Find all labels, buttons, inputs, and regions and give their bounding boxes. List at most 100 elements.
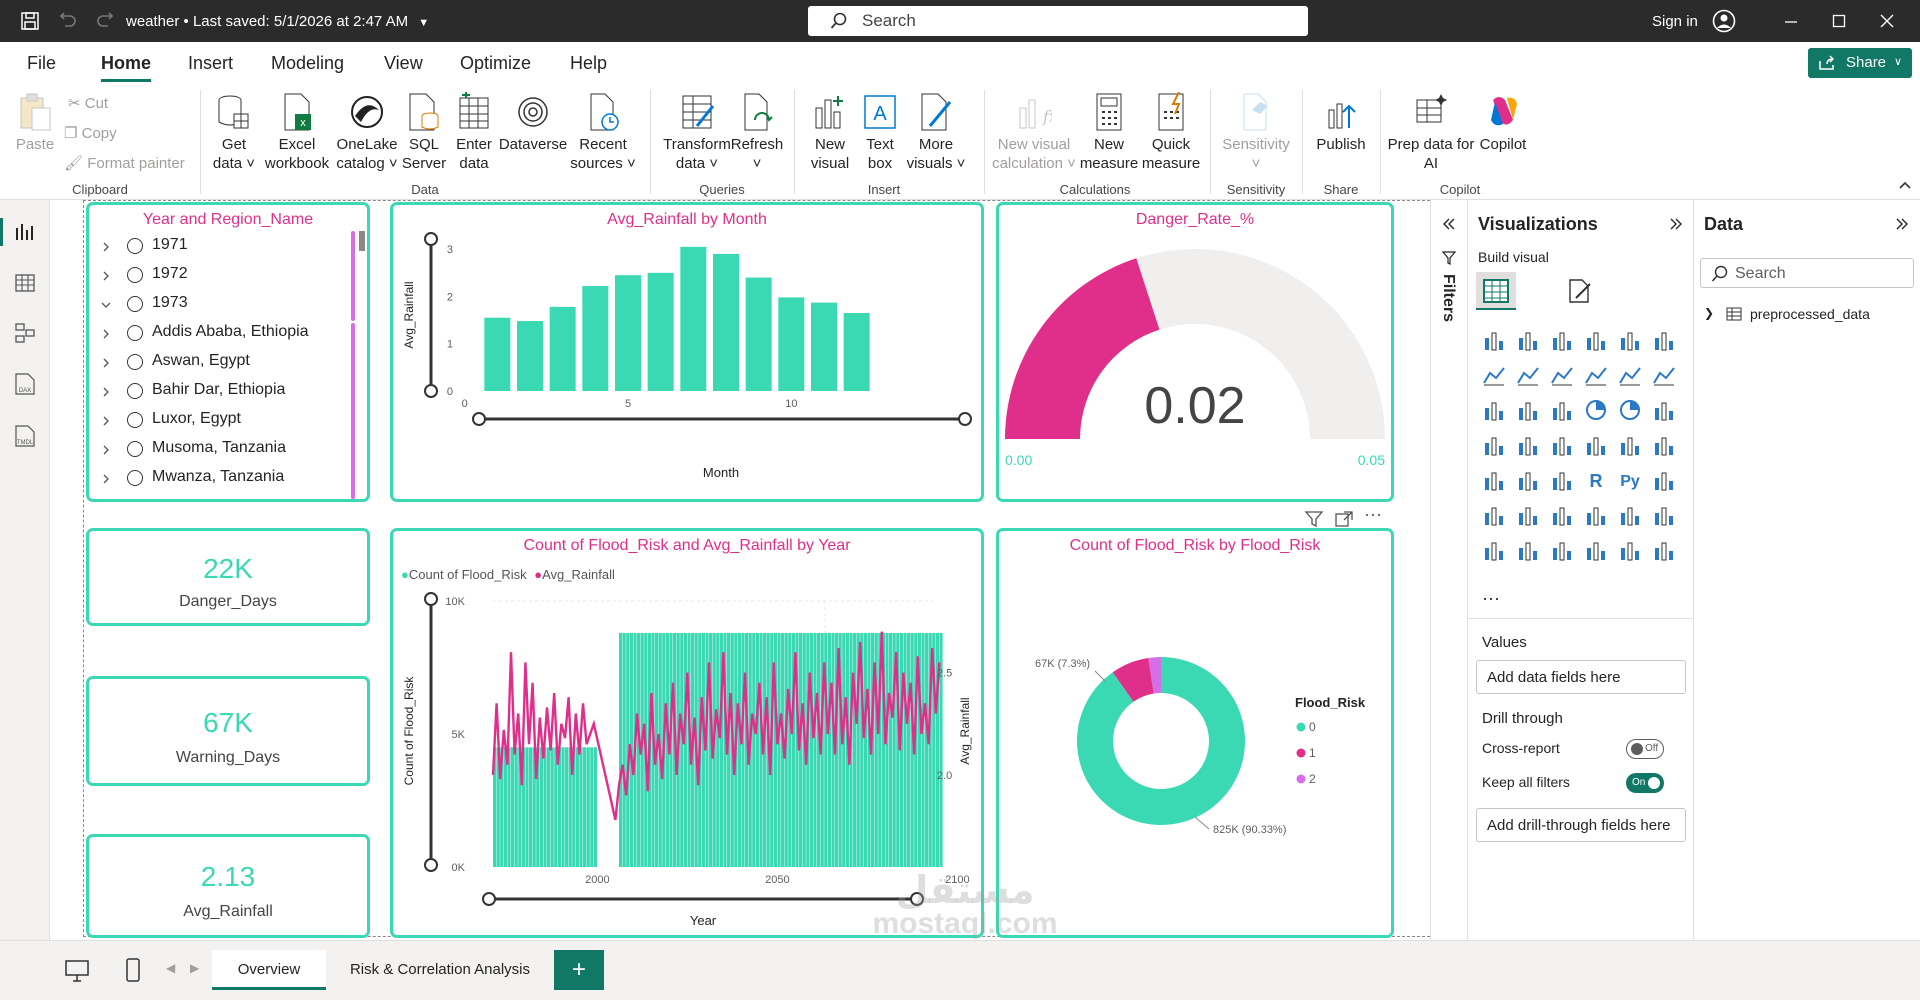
100-column-icon[interactable] <box>1652 328 1676 352</box>
build-visual-tab[interactable] <box>1476 272 1516 310</box>
expand-icon[interactable] <box>1894 216 1910 232</box>
publish-button[interactable]: Publish <box>1310 84 1372 154</box>
drill-through-well[interactable]: Add drill-through fields here <box>1476 808 1686 842</box>
card-icon[interactable] <box>1618 433 1642 457</box>
clustered-column-icon[interactable] <box>1584 328 1608 352</box>
pie-chart-icon[interactable] <box>1584 398 1608 422</box>
line-column-icon[interactable] <box>1618 363 1642 387</box>
r-visual-icon[interactable]: R <box>1584 468 1608 492</box>
kpi-card-danger-days[interactable]: 22K Danger_Days <box>86 528 370 626</box>
chevron-right-icon[interactable] <box>101 242 111 252</box>
undo-icon[interactable] <box>58 11 78 31</box>
close-icon[interactable] <box>1878 12 1896 30</box>
paste-button[interactable]: Paste <box>12 84 58 154</box>
gauge-danger-rate[interactable]: Danger_Rate_% 0.02 0.00 0.05 <box>996 202 1394 502</box>
document-title[interactable]: weather • Last saved: 5/1/2026 at 2:47 A… <box>126 13 429 30</box>
dax-query-icon[interactable]: DAX <box>12 372 38 398</box>
copy-button[interactable]: ❐ Copy <box>64 124 117 142</box>
filters-pane[interactable]: Filters <box>1430 200 1468 980</box>
matrix-icon[interactable] <box>1550 468 1574 492</box>
menu-file[interactable]: File <box>27 53 56 74</box>
collapse-ribbon-icon[interactable] <box>1898 180 1912 190</box>
text-box-button[interactable]: A Text box <box>856 84 904 173</box>
azure-map-icon[interactable] <box>1550 433 1574 457</box>
onelake-catalog-button[interactable]: OneLake catalog ˅ <box>334 84 400 173</box>
account-icon[interactable] <box>1712 9 1736 33</box>
chevron-down-icon[interactable] <box>101 300 111 310</box>
menu-view[interactable]: View <box>384 53 423 74</box>
chevron-right-icon[interactable] <box>101 329 111 339</box>
gauge-icon[interactable] <box>1584 433 1608 457</box>
prep-data-ai-button[interactable]: Prep data for AI <box>1386 84 1476 173</box>
dataverse-button[interactable]: Dataverse <box>498 84 568 154</box>
mobile-layout-icon[interactable] <box>124 957 142 983</box>
focus-mode-icon[interactable] <box>1334 510 1354 528</box>
clustered-bar-icon[interactable] <box>1550 328 1574 352</box>
chevron-right-icon[interactable] <box>101 358 111 368</box>
power-apps-icon[interactable] <box>1652 503 1676 527</box>
kpi-card-warning-days[interactable]: 67K Warning_Days <box>86 676 370 786</box>
expand-icon[interactable] <box>1668 216 1684 232</box>
more-visuals-icon[interactable]: ··· <box>1482 588 1500 609</box>
chart-avg-rainfall-by-month[interactable]: Avg_Rainfall by Month 0 1 2 3 0 5 10 Month Avg_R… <box>390 202 984 502</box>
data-search-input[interactable]: Search <box>1700 258 1914 288</box>
more-visuals-button[interactable]: More visuals ˅ <box>904 84 968 173</box>
redo-icon[interactable] <box>95 11 115 31</box>
metrics-icon[interactable] <box>1618 503 1642 527</box>
line-area-icon[interactable] <box>1584 363 1608 387</box>
report-view-icon[interactable] <box>14 220 36 242</box>
menu-insert[interactable]: Insert <box>188 53 233 74</box>
keep-filters-toggle[interactable]: On <box>1626 773 1664 793</box>
slicer-year-region[interactable]: Year and Region_Name 1971 1972 1973 Addis A… <box>86 202 370 502</box>
new-measure-button[interactable]: New measure <box>1078 84 1140 173</box>
sensitivity-button[interactable]: Sensitivity ˅ <box>1218 84 1294 173</box>
get-data-button[interactable]: Get data ˅ <box>208 84 260 173</box>
more-options-icon[interactable]: ··· <box>1364 504 1382 525</box>
table-visual-icon[interactable] <box>1516 468 1540 492</box>
kpi-icon[interactable] <box>1652 433 1676 457</box>
funnel-icon[interactable] <box>1516 398 1540 422</box>
radio-button[interactable] <box>127 441 143 457</box>
scrollbar-thumb[interactable] <box>359 231 365 251</box>
qa-icon[interactable] <box>1516 503 1540 527</box>
treemap-icon[interactable] <box>1652 398 1676 422</box>
key-influencers-icon[interactable] <box>1652 468 1676 492</box>
chart-flood-risk-donut[interactable]: Count of Flood_Risk by Flood_Risk 825K (… <box>996 528 1394 938</box>
quick-measure-button[interactable]: Quick measure <box>1138 84 1204 173</box>
tab-overview[interactable]: Overview <box>212 950 326 990</box>
cut-button[interactable]: ✂ Cut <box>68 94 108 112</box>
scatter-icon[interactable] <box>1550 398 1574 422</box>
maximize-icon[interactable] <box>1830 12 1848 30</box>
radio-button[interactable] <box>127 383 143 399</box>
copilot-button[interactable]: Copilot <box>1470 84 1536 154</box>
model-view-icon[interactable] <box>14 322 36 344</box>
chevron-down-icon[interactable]: ▼ <box>418 17 429 29</box>
transform-data-button[interactable]: Transform data ˅ <box>660 84 734 173</box>
sql-server-button[interactable]: SQL Server <box>400 84 448 173</box>
radio-button[interactable] <box>127 470 143 486</box>
ribbon-chart-icon[interactable] <box>1652 363 1676 387</box>
add-page-button[interactable]: + <box>554 950 604 990</box>
line-chart-icon[interactable] <box>1482 363 1506 387</box>
new-visual-button[interactable]: New visual <box>804 84 856 173</box>
area-chart-icon[interactable] <box>1516 363 1540 387</box>
arrow-visual-icon[interactable] <box>1618 538 1642 562</box>
menu-modeling[interactable]: Modeling <box>271 53 344 74</box>
enter-data-button[interactable]: Enter data <box>450 84 498 173</box>
python-visual-icon[interactable]: Py <box>1618 468 1642 492</box>
cross-report-toggle[interactable]: Off <box>1626 739 1664 759</box>
search-input[interactable]: Search <box>808 6 1308 36</box>
decomposition-tree-icon[interactable] <box>1482 503 1506 527</box>
chevron-right-icon[interactable] <box>101 445 111 455</box>
slicer-icon[interactable] <box>1482 468 1506 492</box>
refresh-button[interactable]: Refresh ˅ <box>730 84 784 173</box>
format-visual-icon[interactable] <box>1564 276 1594 306</box>
next-page-icon[interactable]: ▶ <box>190 961 199 975</box>
radio-button[interactable] <box>127 267 143 283</box>
tmdl-view-icon[interactable]: TMDL <box>12 424 38 450</box>
chevron-right-icon[interactable] <box>101 474 111 484</box>
save-icon[interactable] <box>20 11 40 31</box>
radio-button[interactable] <box>127 354 143 370</box>
sign-in-link[interactable]: Sign in <box>1652 13 1698 30</box>
excel-workbook-button[interactable]: x Excel workbook <box>262 84 332 173</box>
